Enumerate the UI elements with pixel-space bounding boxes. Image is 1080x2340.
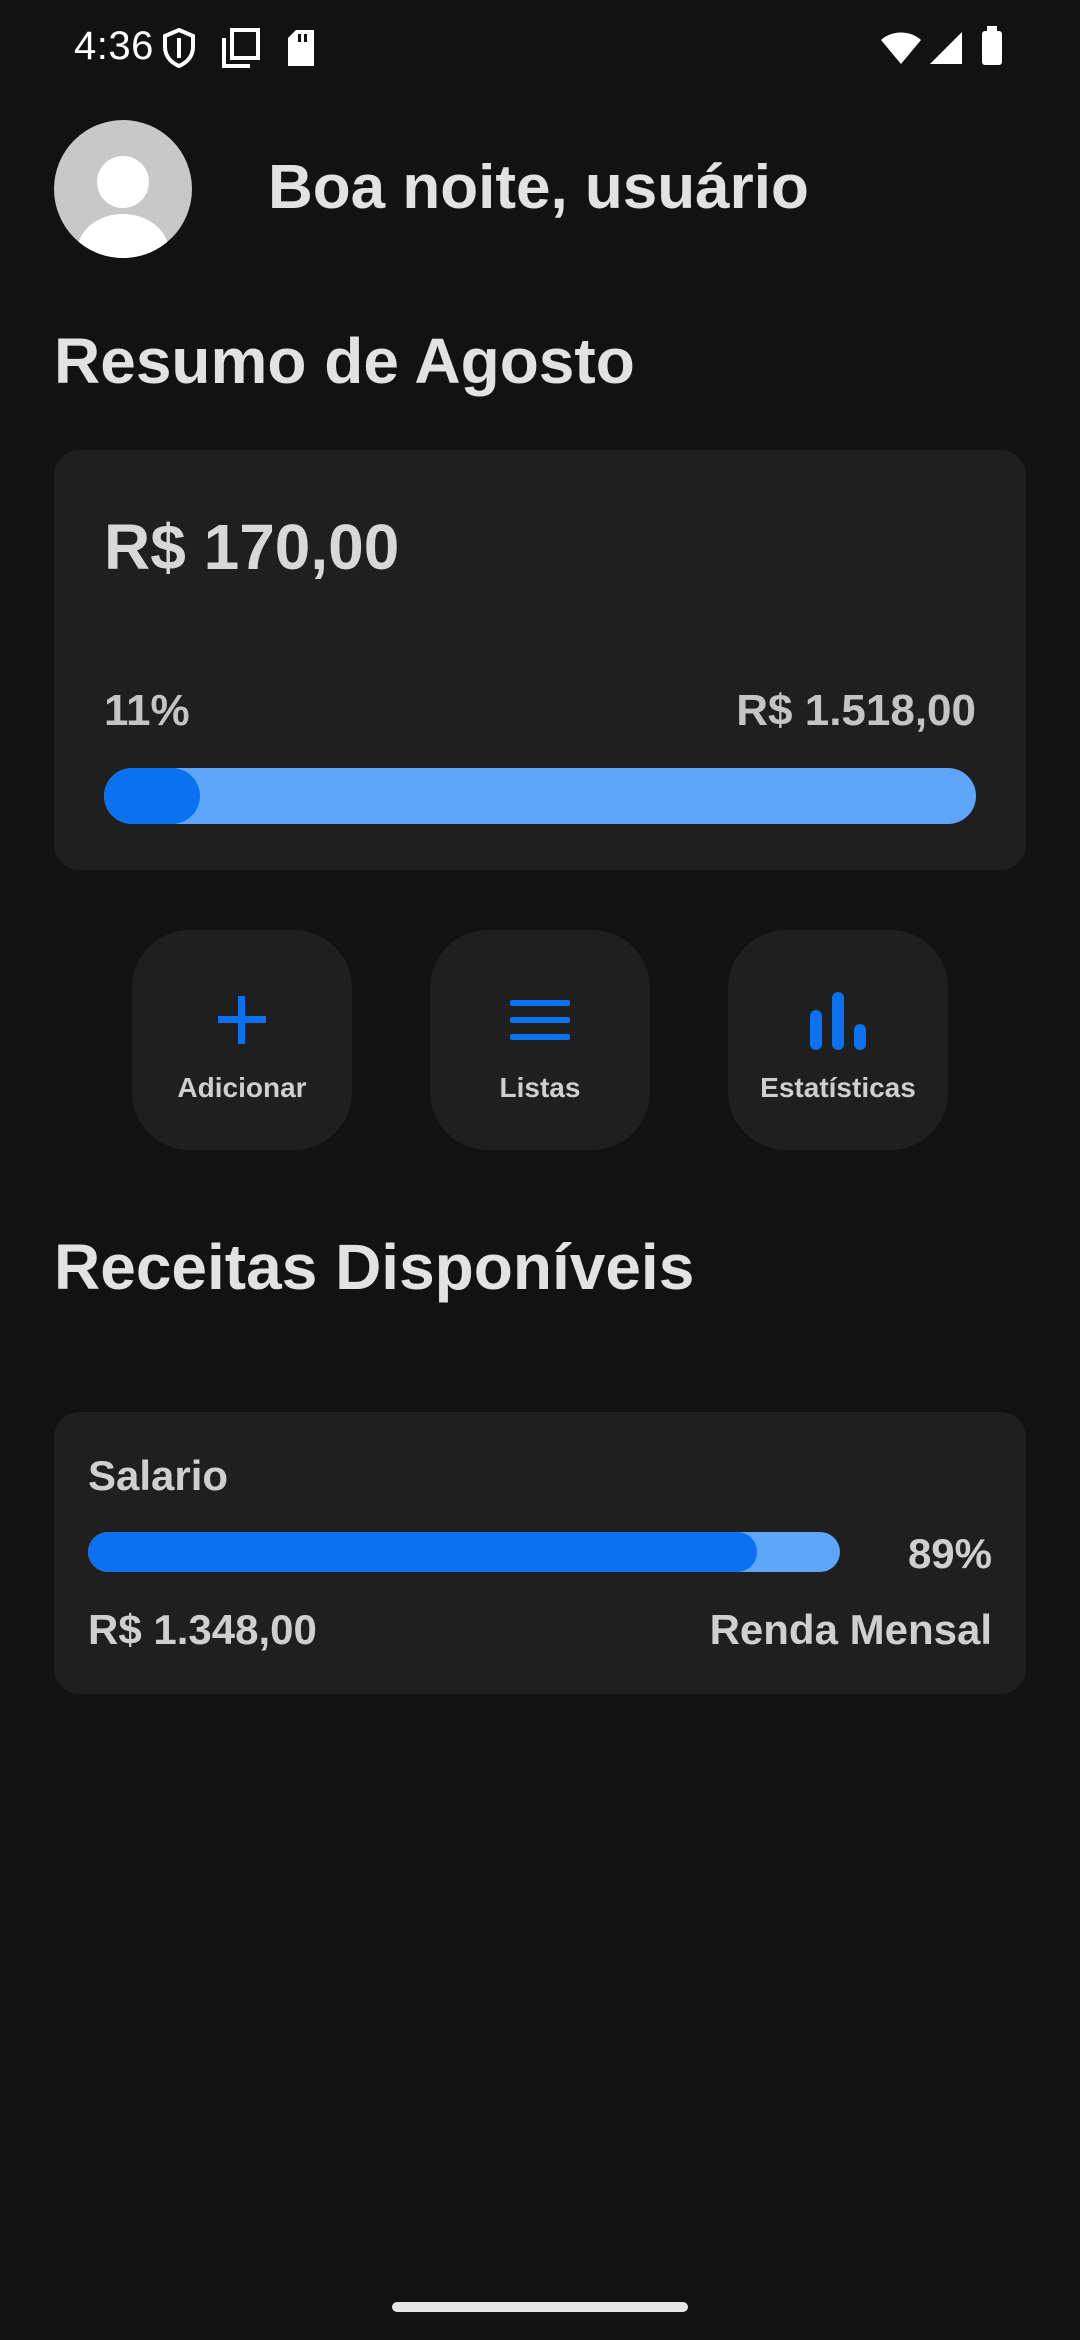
shield-icon (162, 27, 196, 73)
income-percent: 89% (907, 1530, 992, 1577)
summary-limit: R$ 1.518,00 (736, 686, 976, 735)
signal-icon (928, 30, 964, 71)
statistics-button[interactable]: Estatísticas (728, 930, 948, 1150)
summary-progress-fill (104, 768, 200, 824)
add-button[interactable]: Adicionar (132, 930, 352, 1150)
greeting-text: Boa noite, usuário (268, 153, 809, 222)
avatar[interactable] (54, 120, 192, 258)
income-name: Salario (88, 1452, 229, 1499)
incomes-title: Receitas Disponíveis (54, 1231, 695, 1303)
sd-card-icon (286, 28, 316, 73)
income-card[interactable]: Salario 89% R$ 1.348,00 Renda Mensal (54, 1412, 1026, 1694)
summary-percent: 11% (104, 686, 190, 735)
copy-icon (222, 28, 260, 73)
statistics-button-label: Estatísticas (760, 1072, 916, 1103)
wifi-icon (880, 30, 922, 71)
menu-lines-icon (510, 1000, 570, 1040)
add-button-label: Adicionar (177, 1072, 307, 1103)
summary-card[interactable]: R$ 170,00 11% R$ 1.518,00 (54, 450, 1026, 870)
income-progress-fill (88, 1532, 758, 1572)
status-time: 4:36 (74, 24, 154, 68)
summary-progress-bar (104, 768, 976, 824)
plus-icon (218, 996, 266, 1044)
lists-button-label: Listas (499, 1072, 581, 1103)
income-progress-bar (88, 1532, 840, 1572)
battery-icon (980, 26, 1004, 71)
summary-amount: R$ 170,00 (104, 511, 400, 583)
home-indicator[interactable] (392, 2302, 688, 2312)
bar-chart-icon (810, 992, 866, 1050)
income-amount: R$ 1.348,00 (88, 1606, 317, 1653)
income-type: Renda Mensal (709, 1606, 992, 1653)
summary-title: Resumo de Agosto (54, 325, 635, 397)
lists-button[interactable]: Listas (430, 930, 650, 1150)
status-bar: 4:36 (0, 0, 1080, 96)
user-avatar-icon (77, 156, 169, 258)
